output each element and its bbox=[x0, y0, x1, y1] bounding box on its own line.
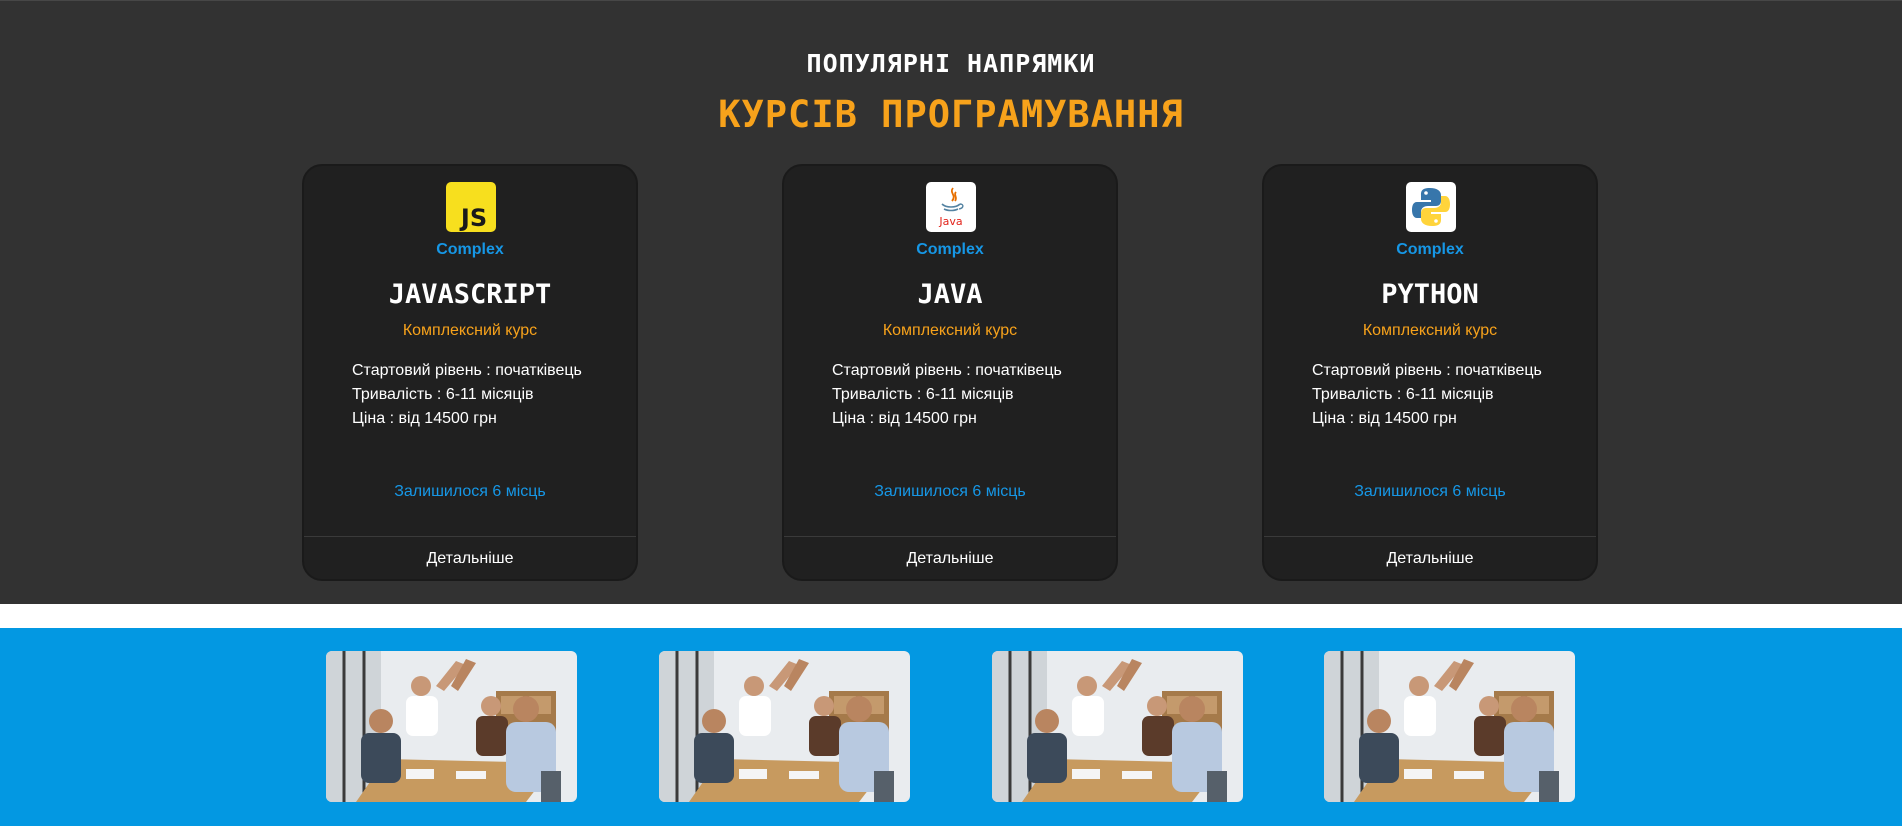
course-info: Стартовий рівень : початківець Триваліст… bbox=[832, 359, 1112, 431]
course-tag: Complex bbox=[1396, 241, 1464, 258]
course-subtitle: Комплексний курс bbox=[1362, 322, 1498, 339]
course-seats-left: Залишилося 6 місць bbox=[394, 483, 546, 500]
photo-gallery-section bbox=[0, 628, 1902, 826]
course-duration: Тривалість : 6-11 місяців bbox=[832, 386, 1014, 403]
course-duration: Тривалість : 6-11 місяців bbox=[1312, 386, 1494, 403]
java-logo-icon: Java bbox=[926, 182, 976, 232]
course-title: JAVA bbox=[917, 279, 983, 310]
javascript-logo-icon: JS bbox=[446, 182, 496, 232]
details-button[interactable]: Детальніше bbox=[304, 537, 636, 579]
course-price: Ціна : від 14500 грн bbox=[1312, 410, 1457, 427]
course-level: Стартовий рівень : початківець bbox=[352, 362, 582, 379]
details-button[interactable]: Детальніше bbox=[1264, 537, 1596, 579]
course-duration: Тривалість : 6-11 місяців bbox=[352, 386, 534, 403]
js-logo-text: JS bbox=[459, 204, 487, 232]
course-level: Стартовий рівень : початківець bbox=[1312, 362, 1542, 379]
popular-courses-section: ПОПУЛЯРНІ НАПРЯМКИ КУРСІВ ПРОГРАМУВАННЯ … bbox=[0, 0, 1902, 604]
section-subtitle: ПОПУЛЯРНІ НАПРЯМКИ bbox=[806, 49, 1096, 78]
java-logo-text: Java bbox=[938, 215, 962, 228]
course-seats-left: Залишилося 6 місць bbox=[874, 483, 1026, 500]
course-info: Стартовий рівень : початківець Триваліст… bbox=[1312, 359, 1592, 431]
course-title: PYTHON bbox=[1381, 279, 1479, 310]
course-card-javascript: JS Complex JAVASCRIPT Комплексний курс С… bbox=[302, 164, 638, 581]
python-logo-icon bbox=[1406, 182, 1456, 232]
course-card-python: Complex PYTHON Комплексний курс Стартови… bbox=[1262, 164, 1598, 581]
gallery-photo bbox=[326, 651, 577, 802]
course-card-java: Java Complex JAVA Комплексний курс Старт… bbox=[782, 164, 1118, 581]
course-info: Стартовий рівень : початківець Триваліст… bbox=[352, 359, 632, 431]
gallery-photo bbox=[1324, 651, 1575, 802]
course-level: Стартовий рівень : початківець bbox=[832, 362, 1062, 379]
gallery-photo bbox=[659, 651, 910, 802]
course-subtitle: Комплексний курс bbox=[402, 322, 538, 339]
course-title: JAVASCRIPT bbox=[388, 279, 552, 310]
course-tag: Complex bbox=[436, 241, 504, 258]
details-button[interactable]: Детальніше bbox=[784, 537, 1116, 579]
section-title: КУРСІВ ПРОГРАМУВАННЯ bbox=[718, 93, 1184, 136]
course-price: Ціна : від 14500 грн bbox=[352, 410, 497, 427]
course-seats-left: Залишилося 6 місць bbox=[1354, 483, 1506, 500]
course-subtitle: Комплексний курс bbox=[882, 322, 1018, 339]
course-price: Ціна : від 14500 грн bbox=[832, 410, 977, 427]
gallery-photo bbox=[992, 651, 1243, 802]
course-tag: Complex bbox=[916, 241, 984, 258]
